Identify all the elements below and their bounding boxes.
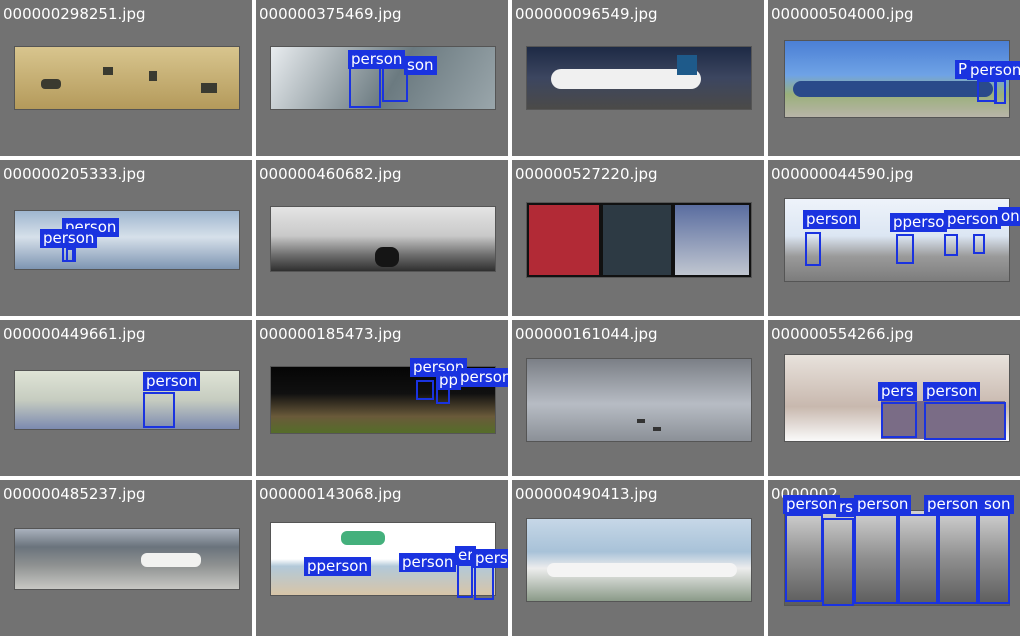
detection-label: person bbox=[143, 372, 201, 391]
image-tile[interactable]: 000000298251.jpg bbox=[0, 0, 252, 156]
tile-filename: 000000096549.jpg bbox=[515, 5, 658, 23]
image-tile[interactable]: 000000504000.jpg P person bbox=[768, 0, 1020, 156]
detection-box bbox=[938, 514, 978, 604]
detection-box bbox=[881, 402, 917, 438]
image-tile[interactable]: 000000205333.jpg person person bbox=[0, 160, 252, 316]
tile-filename: 000000205333.jpg bbox=[3, 165, 146, 183]
detection-box bbox=[973, 234, 985, 254]
detection-box bbox=[785, 514, 823, 602]
image-tile[interactable]: 000000460682.jpg bbox=[256, 160, 508, 316]
detection-box bbox=[822, 518, 854, 606]
image-tile[interactable]: 000000527220.jpg bbox=[512, 160, 764, 316]
detection-box bbox=[143, 392, 175, 428]
thumbnail-image bbox=[526, 46, 752, 110]
detection-label: person bbox=[923, 382, 981, 401]
detection-box bbox=[805, 232, 821, 266]
detection-label: person bbox=[472, 549, 508, 568]
detection-label: person bbox=[967, 61, 1020, 80]
detection-label: person bbox=[348, 50, 406, 69]
tile-filename: 000000490413.jpg bbox=[515, 485, 658, 503]
detection-label: person bbox=[783, 495, 841, 514]
detection-label: pperso bbox=[890, 213, 948, 232]
image-tile[interactable]: 000000554266.jpg pers person bbox=[768, 320, 1020, 476]
image-tile[interactable]: 000000375469.jpg person son bbox=[256, 0, 508, 156]
detection-label: pperson bbox=[304, 557, 371, 576]
thumbnail-image bbox=[270, 206, 496, 272]
image-tile[interactable]: 000000044590.jpg person pperso person on bbox=[768, 160, 1020, 316]
tile-filename: 000000504000.jpg bbox=[771, 5, 914, 23]
image-grid: 000000298251.jpg 000000375469.jpg person… bbox=[0, 0, 1024, 640]
thumbnail-image bbox=[14, 370, 240, 430]
detection-box bbox=[896, 234, 914, 264]
image-tile[interactable]: 000000185473.jpg person pp person bbox=[256, 320, 508, 476]
detection-label: person bbox=[40, 229, 98, 248]
detection-box bbox=[978, 514, 1010, 604]
tile-filename: 000000161044.jpg bbox=[515, 325, 658, 343]
thumbnail-image bbox=[526, 358, 752, 442]
image-tile[interactable]: 000000096549.jpg bbox=[512, 0, 764, 156]
detection-label: person bbox=[399, 553, 457, 572]
tile-filename: 000000527220.jpg bbox=[515, 165, 658, 183]
detection-box bbox=[944, 234, 958, 256]
detection-label: rs bbox=[836, 498, 856, 517]
image-tile[interactable]: 000000485237.jpg bbox=[0, 480, 252, 636]
detection-box bbox=[457, 564, 473, 598]
image-tile[interactable]: 000000490413.jpg bbox=[512, 480, 764, 636]
tile-filename: 000000460682.jpg bbox=[259, 165, 402, 183]
detection-label: person bbox=[944, 210, 1002, 229]
tile-filename: 000000185473.jpg bbox=[259, 325, 402, 343]
tile-filename: 000000449661.jpg bbox=[3, 325, 146, 343]
detection-label: son bbox=[404, 56, 437, 75]
image-tile[interactable]: 000000161044.jpg bbox=[512, 320, 764, 476]
detection-label: person bbox=[924, 495, 982, 514]
thumbnail-image bbox=[14, 528, 240, 590]
detection-label: pers bbox=[878, 382, 917, 401]
thumbnail-image bbox=[526, 518, 752, 602]
tile-filename: 000000554266.jpg bbox=[771, 325, 914, 343]
thumbnail-image bbox=[526, 202, 752, 278]
detection-box bbox=[898, 514, 938, 604]
thumbnail-image bbox=[14, 46, 240, 110]
detection-box bbox=[474, 566, 494, 600]
detection-box bbox=[994, 80, 1006, 104]
tile-filename: 000000375469.jpg bbox=[259, 5, 402, 23]
tile-filename: 000000298251.jpg bbox=[3, 5, 146, 23]
detection-label: son bbox=[981, 495, 1014, 514]
tile-filename: 000000143068.jpg bbox=[259, 485, 402, 503]
image-tile[interactable]: 0000002 person rs person person son bbox=[768, 480, 1020, 636]
detection-label: person bbox=[854, 495, 912, 514]
tile-filename: 000000044590.jpg bbox=[771, 165, 914, 183]
detection-label: person bbox=[457, 368, 508, 387]
detection-box bbox=[854, 514, 898, 604]
image-tile[interactable]: 000000143068.jpg pperson person er perso… bbox=[256, 480, 508, 636]
detection-label: on bbox=[998, 207, 1020, 226]
detection-box bbox=[416, 380, 434, 400]
detection-box bbox=[924, 402, 1006, 440]
detection-box bbox=[66, 248, 76, 262]
detection-label: person bbox=[803, 210, 861, 229]
image-tile[interactable]: 000000449661.jpg person bbox=[0, 320, 252, 476]
tile-filename: 000000485237.jpg bbox=[3, 485, 146, 503]
